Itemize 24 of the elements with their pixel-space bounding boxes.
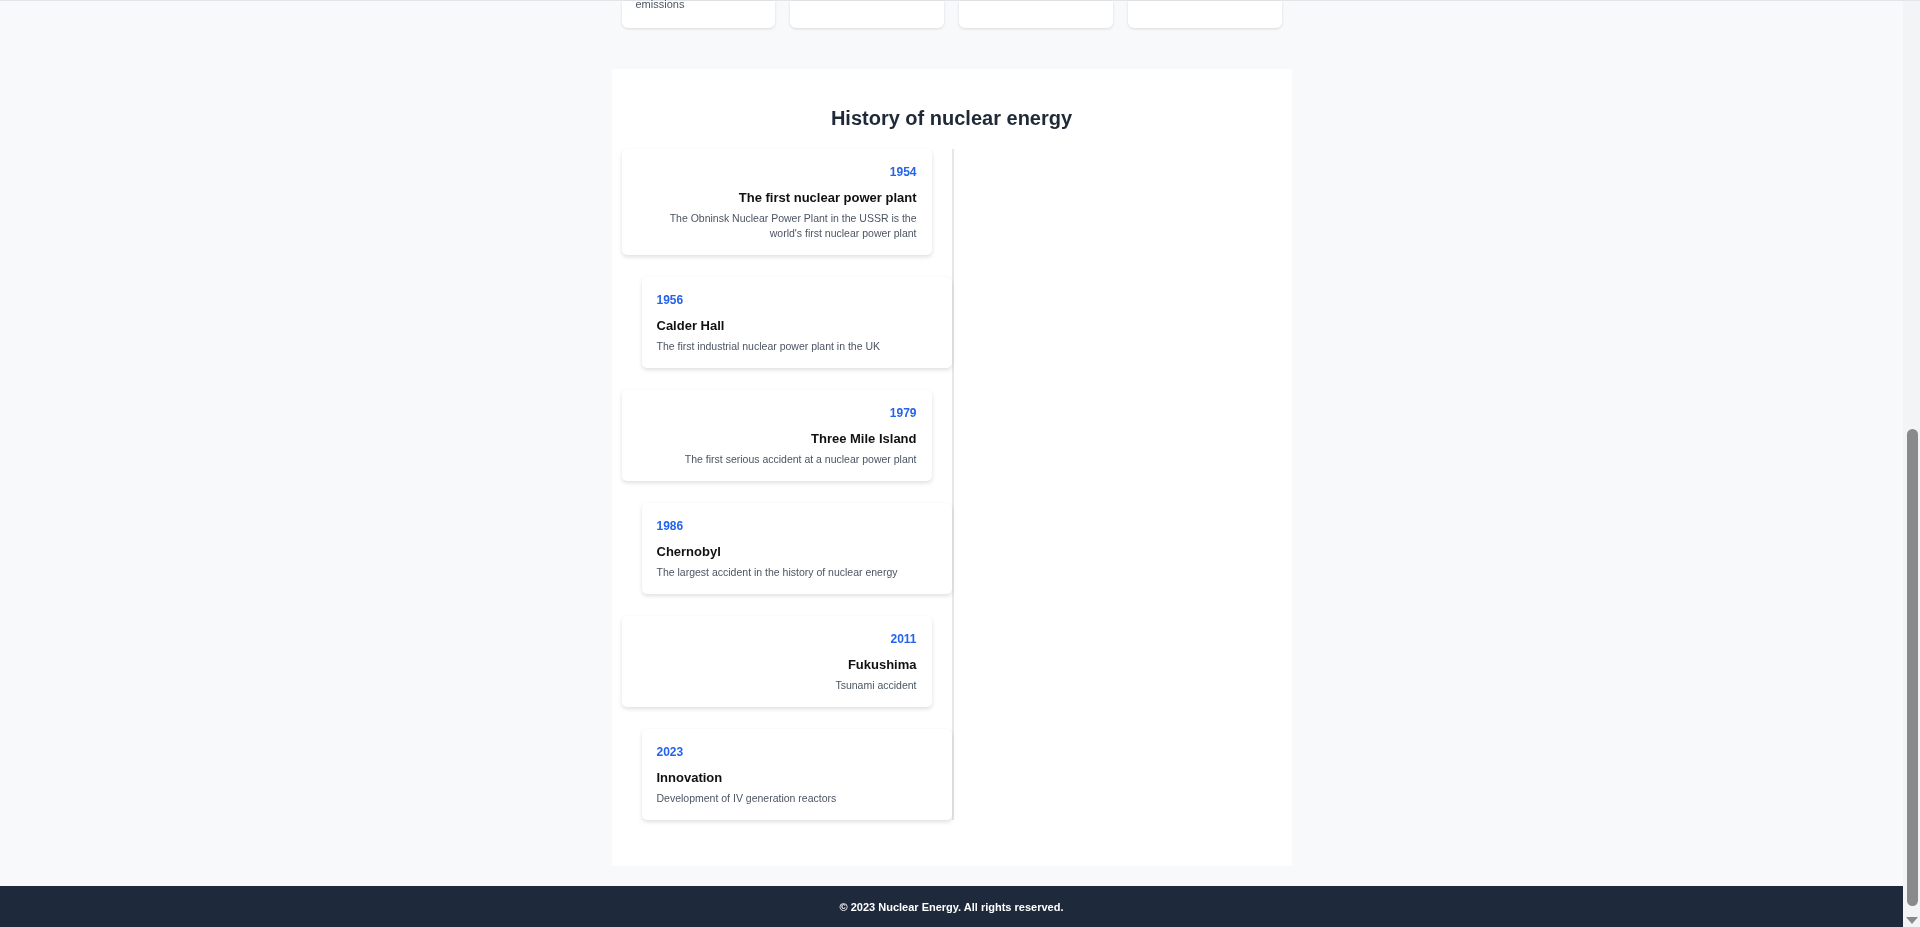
event-description: The first serious accident at a nuclear power plant bbox=[684, 452, 917, 467]
event-description: Tsunami accident bbox=[835, 678, 917, 693]
event-year: 1954 bbox=[889, 165, 917, 179]
event-year: 2011 bbox=[890, 632, 917, 646]
event-description: The Obninsk Nuclear Power Plant in the USSR is the world's first nuclear power plant bbox=[668, 211, 917, 241]
event-title: Innovation bbox=[656, 770, 723, 785]
section-title: History of nuclear energy bbox=[829, 107, 1074, 130]
scrollbar-thumb[interactable] bbox=[1907, 429, 1918, 906]
copyright-text: © 2023 Nuclear Energy. All rights reserved. bbox=[839, 900, 1064, 913]
event-title: Calder Hall bbox=[656, 318, 725, 333]
scrollbar[interactable] bbox=[1903, 1, 1920, 927]
feature-text: emissions bbox=[635, 0, 686, 10]
event-description: The largest accident in the history of nuclear energy bbox=[656, 565, 898, 580]
event-description: The first industrial nuclear power plant in the UK bbox=[656, 339, 881, 354]
event-title: Fukushima bbox=[847, 657, 917, 672]
event-year: 1956 bbox=[656, 293, 684, 307]
scroll-down-icon[interactable] bbox=[1906, 917, 1918, 924]
event-year: 1986 bbox=[656, 519, 684, 533]
event-title: The first nuclear power plant bbox=[738, 190, 917, 205]
event-title: Chernobyl bbox=[656, 544, 721, 559]
event-year: 1979 bbox=[889, 406, 917, 420]
event-year: 2023 bbox=[656, 745, 684, 759]
event-title: Three Mile Island bbox=[811, 431, 917, 446]
event-description: Development of IV generation reactors bbox=[656, 791, 837, 806]
